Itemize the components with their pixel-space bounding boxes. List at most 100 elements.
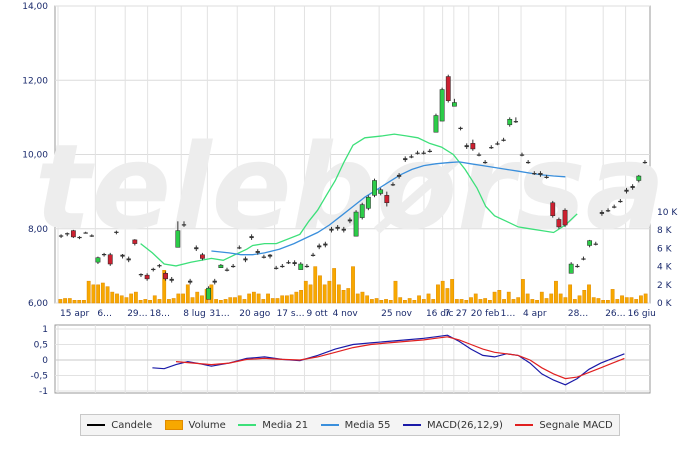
- volume-bar: [634, 299, 639, 304]
- candle-body: [107, 254, 113, 265]
- candle-body: [415, 152, 420, 154]
- volume-bar: [318, 275, 322, 304]
- volume-bar: [351, 266, 355, 304]
- candle-body: [212, 280, 217, 283]
- candle-body: [458, 127, 463, 129]
- candle-body: [120, 254, 125, 257]
- volume-bar: [398, 297, 403, 304]
- candle-body: [231, 265, 236, 268]
- candle-body: [175, 230, 181, 248]
- x-tick-label: 6…: [97, 309, 112, 319]
- candle-body: [587, 240, 593, 246]
- volume-bar: [568, 284, 573, 304]
- watermark: telebørsa: [35, 118, 666, 256]
- volume-bar: [403, 300, 407, 304]
- volume-bar: [200, 295, 204, 304]
- candle-body: [550, 202, 556, 217]
- candle-body: [403, 158, 408, 161]
- volume-bar: [171, 298, 176, 304]
- candle-body: [280, 265, 285, 268]
- candle-body: [267, 254, 273, 257]
- volume-tick-label: 10 K: [657, 208, 678, 218]
- volume-tick-label: 8 K: [657, 226, 673, 236]
- candle-body: [237, 247, 242, 249]
- candle-body: [274, 267, 279, 269]
- candle-body: [286, 262, 291, 264]
- candle-body: [206, 287, 211, 300]
- candle-body: [89, 235, 94, 237]
- volume-bar: [469, 297, 473, 304]
- volume-bar: [384, 299, 388, 304]
- candle-body: [359, 204, 365, 218]
- legend-label: MACD(26,12,9): [426, 419, 503, 431]
- volume-bar: [506, 291, 511, 304]
- volume-bar: [445, 288, 450, 304]
- candle-body: [77, 236, 82, 239]
- candle-body: [243, 258, 248, 261]
- candle-body: [114, 231, 119, 233]
- candle-body: [562, 209, 568, 226]
- volume-bar: [374, 298, 379, 304]
- volume-bar: [516, 297, 521, 304]
- candle-body: [470, 143, 476, 150]
- volume-bar: [63, 298, 67, 304]
- macd-tick-label: 0: [42, 356, 48, 366]
- candle-body: [58, 235, 64, 237]
- candle-body: [132, 239, 138, 244]
- volume-bar: [285, 295, 289, 304]
- volume-bar: [190, 297, 195, 304]
- volume-bar: [129, 293, 134, 304]
- volume-bar: [308, 284, 313, 304]
- volume-bar: [393, 280, 398, 304]
- volume-bar: [530, 299, 535, 304]
- volume-bar: [417, 295, 421, 304]
- volume-bar: [336, 284, 341, 304]
- x-tick-label: 1…: [501, 309, 516, 319]
- candle-body: [636, 175, 642, 181]
- volume-tick-label: 4 K: [657, 263, 673, 273]
- x-tick-label: 4 apr: [523, 309, 547, 319]
- x-tick-label: 28…: [568, 309, 588, 319]
- volume-bar: [643, 293, 648, 304]
- volume-bar: [77, 300, 82, 304]
- candle-body: [489, 147, 494, 149]
- candle-body: [329, 228, 334, 231]
- candle-body: [261, 256, 267, 258]
- volume-bar: [549, 293, 554, 304]
- legend-item: Volume: [164, 420, 226, 431]
- candle-body: [181, 224, 187, 226]
- candle-body: [618, 200, 623, 203]
- candle-body: [126, 258, 131, 261]
- volume-tick-label: 0 K: [657, 299, 673, 309]
- volume-bar: [554, 280, 558, 304]
- candle-body: [341, 228, 346, 231]
- volume-bar: [82, 300, 86, 304]
- volume-bar: [436, 284, 440, 304]
- volume-bar: [464, 300, 469, 304]
- volume-bar: [525, 293, 530, 304]
- volume-tick-label: 6 K: [657, 244, 673, 254]
- volume-bar: [91, 284, 96, 304]
- candle-body: [194, 247, 199, 250]
- volume-bar: [143, 299, 148, 304]
- volume-bar: [119, 295, 124, 304]
- volume-bar: [582, 290, 587, 304]
- x-tick-label: 4 nov: [333, 309, 359, 319]
- volume-bar: [539, 291, 544, 304]
- candle-body: [568, 263, 574, 274]
- volume-bar: [487, 300, 492, 304]
- volume-bar: [572, 299, 577, 304]
- volume-bar: [266, 293, 270, 304]
- volume-bar: [483, 298, 488, 304]
- volume-bar: [96, 284, 101, 304]
- volume-bar: [620, 295, 624, 304]
- candle-body: [187, 280, 193, 283]
- volume-bar: [591, 297, 596, 304]
- volume-bar: [558, 293, 563, 304]
- volume-bar: [587, 284, 591, 304]
- volume-bar: [478, 299, 483, 304]
- x-tick-label: 27: [456, 309, 467, 319]
- legend-label: Segnale MACD: [539, 419, 613, 431]
- candle-body: [482, 161, 488, 164]
- candle-body: [556, 219, 562, 228]
